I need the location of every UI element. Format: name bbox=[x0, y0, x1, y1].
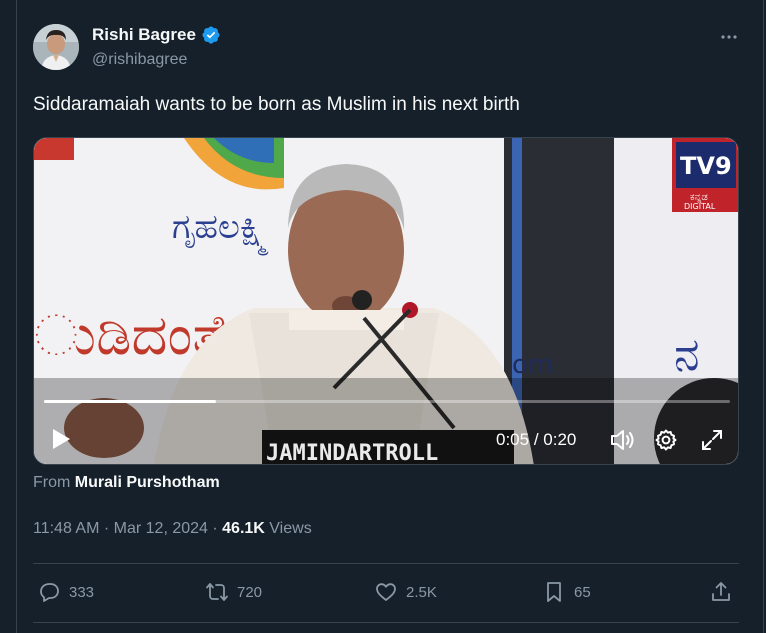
reply-count: 333 bbox=[69, 583, 95, 601]
video-time-separator: / bbox=[529, 430, 544, 449]
divider bbox=[33, 563, 739, 564]
bookmark-icon bbox=[547, 582, 561, 602]
repost-button[interactable]: 720 bbox=[205, 580, 262, 604]
settings-button[interactable] bbox=[654, 428, 678, 452]
channel-digital-text: DIGITAL bbox=[684, 202, 716, 211]
share-button[interactable] bbox=[709, 580, 733, 604]
source-prefix: From bbox=[33, 474, 71, 491]
reply-bubble-icon bbox=[40, 583, 59, 602]
bookmark-count: 65 bbox=[574, 583, 591, 601]
avatar-image bbox=[33, 24, 79, 70]
play-icon bbox=[53, 429, 70, 449]
svg-text:ನ: ನ bbox=[674, 327, 700, 381]
watermark-text: JAMINDARTROLL bbox=[266, 441, 438, 465]
verified-badge-icon bbox=[202, 26, 220, 44]
author-name[interactable]: Rishi Bagree bbox=[92, 25, 196, 45]
repost-icon bbox=[206, 583, 228, 601]
expand-icon bbox=[702, 430, 722, 450]
divider bbox=[33, 622, 739, 623]
video-time: 0:05 / 0:20 bbox=[496, 430, 576, 450]
video-duration: 0:20 bbox=[543, 430, 577, 449]
author-name-row[interactable]: Rishi Bagree bbox=[92, 25, 221, 45]
reply-button[interactable]: 333 bbox=[37, 580, 94, 604]
heart-icon bbox=[376, 583, 396, 601]
source-name[interactable]: Murali Purshotham bbox=[75, 474, 220, 491]
video-player[interactable]: ಗೃಹಲಕ್ಷ್ಮಿ ುಡಿದಂತೆ ನ ನ om TV9 ಕನ್ನಡ DIGI… bbox=[33, 137, 739, 465]
views-label: Views bbox=[269, 520, 312, 537]
tweet-text: Siddaramaiah wants to be born as Muslim … bbox=[33, 94, 520, 115]
like-button[interactable]: 2.5K bbox=[374, 580, 437, 604]
more-dots-icon bbox=[721, 35, 737, 39]
tweet-date[interactable]: Mar 12, 2024 bbox=[114, 520, 208, 537]
tweet-meta: 11:48 AM · Mar 12, 2024 · 46.1K Views bbox=[33, 520, 312, 538]
video-frame: ಗೃಹಲಕ್ಷ್ಮಿ ುಡಿದಂತೆ ನ ನ om TV9 ಕನ್ನಡ DIGI… bbox=[34, 138, 738, 465]
video-current-time: 0:05 bbox=[496, 430, 530, 449]
fullscreen-button[interactable] bbox=[700, 428, 724, 452]
meta-separator-1: · bbox=[99, 520, 114, 537]
views-count[interactable]: 46.1K bbox=[222, 520, 265, 537]
gear-icon bbox=[655, 429, 677, 451]
repost-count: 720 bbox=[237, 583, 263, 601]
like-count: 2.5K bbox=[406, 583, 437, 601]
video-source-attribution: From Murali Purshotham bbox=[33, 474, 220, 492]
meta-separator-2: · bbox=[207, 520, 223, 537]
speaker-volume-icon bbox=[611, 430, 634, 450]
channel-logo-text: TV9 bbox=[680, 152, 732, 180]
avatar[interactable] bbox=[33, 24, 79, 70]
bookmark-button[interactable]: 65 bbox=[542, 580, 591, 604]
share-upload-icon bbox=[712, 582, 730, 601]
more-options-button[interactable] bbox=[716, 24, 742, 50]
tweet-time[interactable]: 11:48 AM bbox=[33, 520, 99, 537]
video-progress-fill bbox=[44, 400, 216, 403]
play-button[interactable] bbox=[50, 428, 72, 450]
volume-button[interactable] bbox=[610, 428, 636, 452]
author-handle[interactable]: @rishibagree bbox=[92, 51, 187, 69]
video-progress-bar[interactable] bbox=[44, 400, 730, 403]
url-fragment-text: om bbox=[512, 350, 553, 380]
